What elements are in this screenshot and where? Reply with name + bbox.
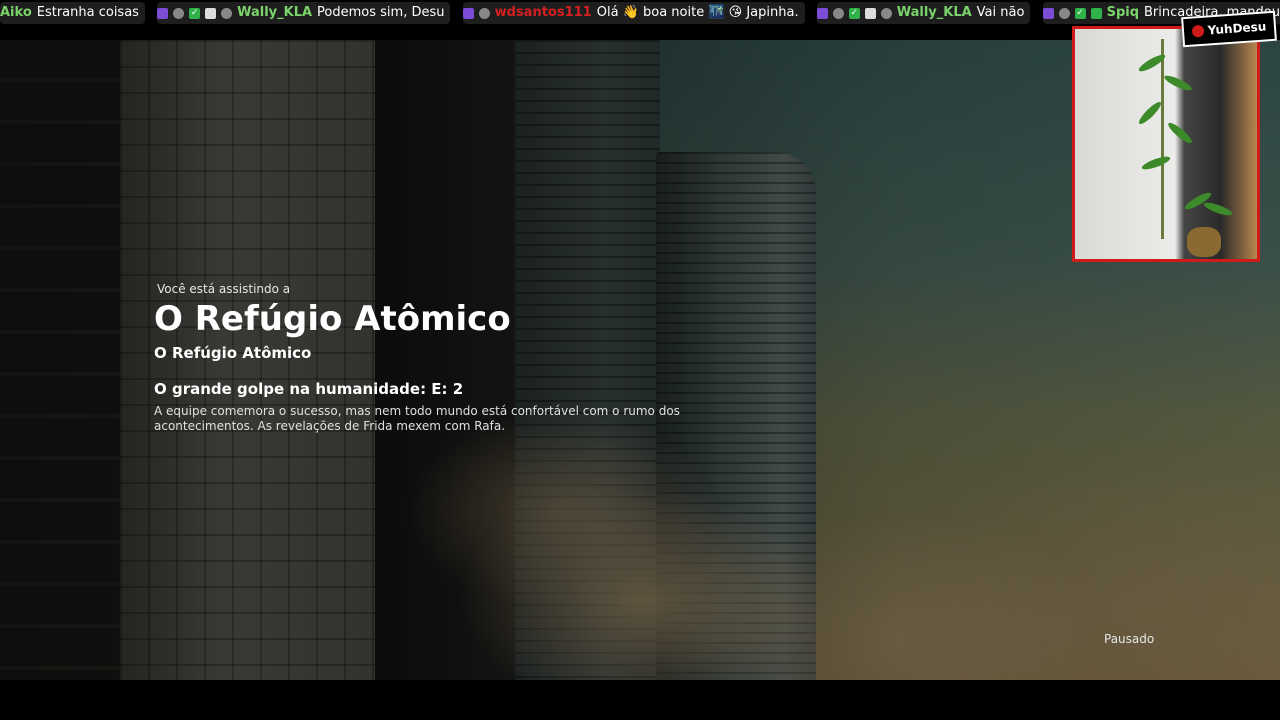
check-badge-icon: ✓ — [848, 7, 860, 19]
chat-ticker: Aiko Estranha coisas ✓ Wally_KLA Podemos… — [0, 0, 1280, 26]
leaf — [1202, 200, 1234, 218]
owl-badge-icon — [1058, 7, 1070, 19]
leaf — [1136, 99, 1164, 127]
chat-message: wdsantos111 Olá 👋 boa noite 🌃 😘 Japinha. — [462, 2, 805, 24]
channel-logo-text: YuhDesu — [1207, 19, 1267, 38]
chat-message: ✓ Wally_KLA Podemos sim, Desu — [157, 2, 451, 24]
badge-icon — [173, 7, 185, 19]
bottom-letterbox — [0, 680, 1280, 720]
logo-icon — [1191, 24, 1205, 38]
chat-text: Estranha coisas — [36, 5, 139, 20]
plant-pot — [1187, 227, 1221, 257]
chat-username: Spiq — [1106, 5, 1140, 20]
chat-text: Vai não — [976, 5, 1025, 20]
leaf — [1165, 120, 1195, 146]
mascot-badge-icon — [205, 7, 217, 19]
leaf — [1162, 73, 1194, 93]
sub-badge-icon — [1042, 7, 1054, 19]
plant-stem — [1161, 39, 1164, 239]
chat-username: Wally_KLA — [896, 5, 972, 20]
chat-text: Olá 👋 boa noite 🌃 😘 Japinha. — [596, 5, 799, 20]
chat-username: Wally_KLA — [237, 5, 313, 20]
mascot-badge-icon — [864, 7, 876, 19]
watching-label: Você está assistindo a — [157, 282, 291, 296]
bunny-badge-icon — [221, 7, 233, 19]
pause-info-panel: Você está assistindo a O Refúgio Atômico… — [154, 282, 774, 434]
episode-title: O grande golpe na humanidade: E: 2 — [154, 380, 464, 398]
badge-icon — [832, 7, 844, 19]
chat-message: Aiko Estranha coisas — [0, 2, 145, 24]
leaf — [1140, 154, 1172, 172]
sub-badge-icon — [816, 7, 828, 19]
check-badge-icon: ✓ — [189, 7, 201, 19]
show-title: O Refúgio Atômico — [154, 299, 511, 339]
chat-username: wdsantos111 — [494, 5, 592, 20]
chat-username: Aiko — [0, 5, 32, 20]
chat-text: Podemos sim, Desu — [317, 5, 445, 20]
episode-description: A equipe comemora o sucesso, mas nem tod… — [154, 404, 680, 433]
sub-badge-icon — [157, 7, 169, 19]
show-subtitle: O Refúgio Atômico — [154, 344, 312, 362]
webcam-overlay — [1072, 26, 1260, 262]
bunny-badge-icon — [880, 7, 892, 19]
paused-status: Pausado — [1104, 632, 1155, 646]
shield-badge-icon — [478, 7, 490, 19]
sub-badge-icon — [462, 7, 474, 19]
chat-message: ✓ Wally_KLA Vai não — [816, 2, 1031, 24]
plant-badge-icon — [1090, 7, 1102, 19]
check-badge-icon: ✓ — [1074, 7, 1086, 19]
